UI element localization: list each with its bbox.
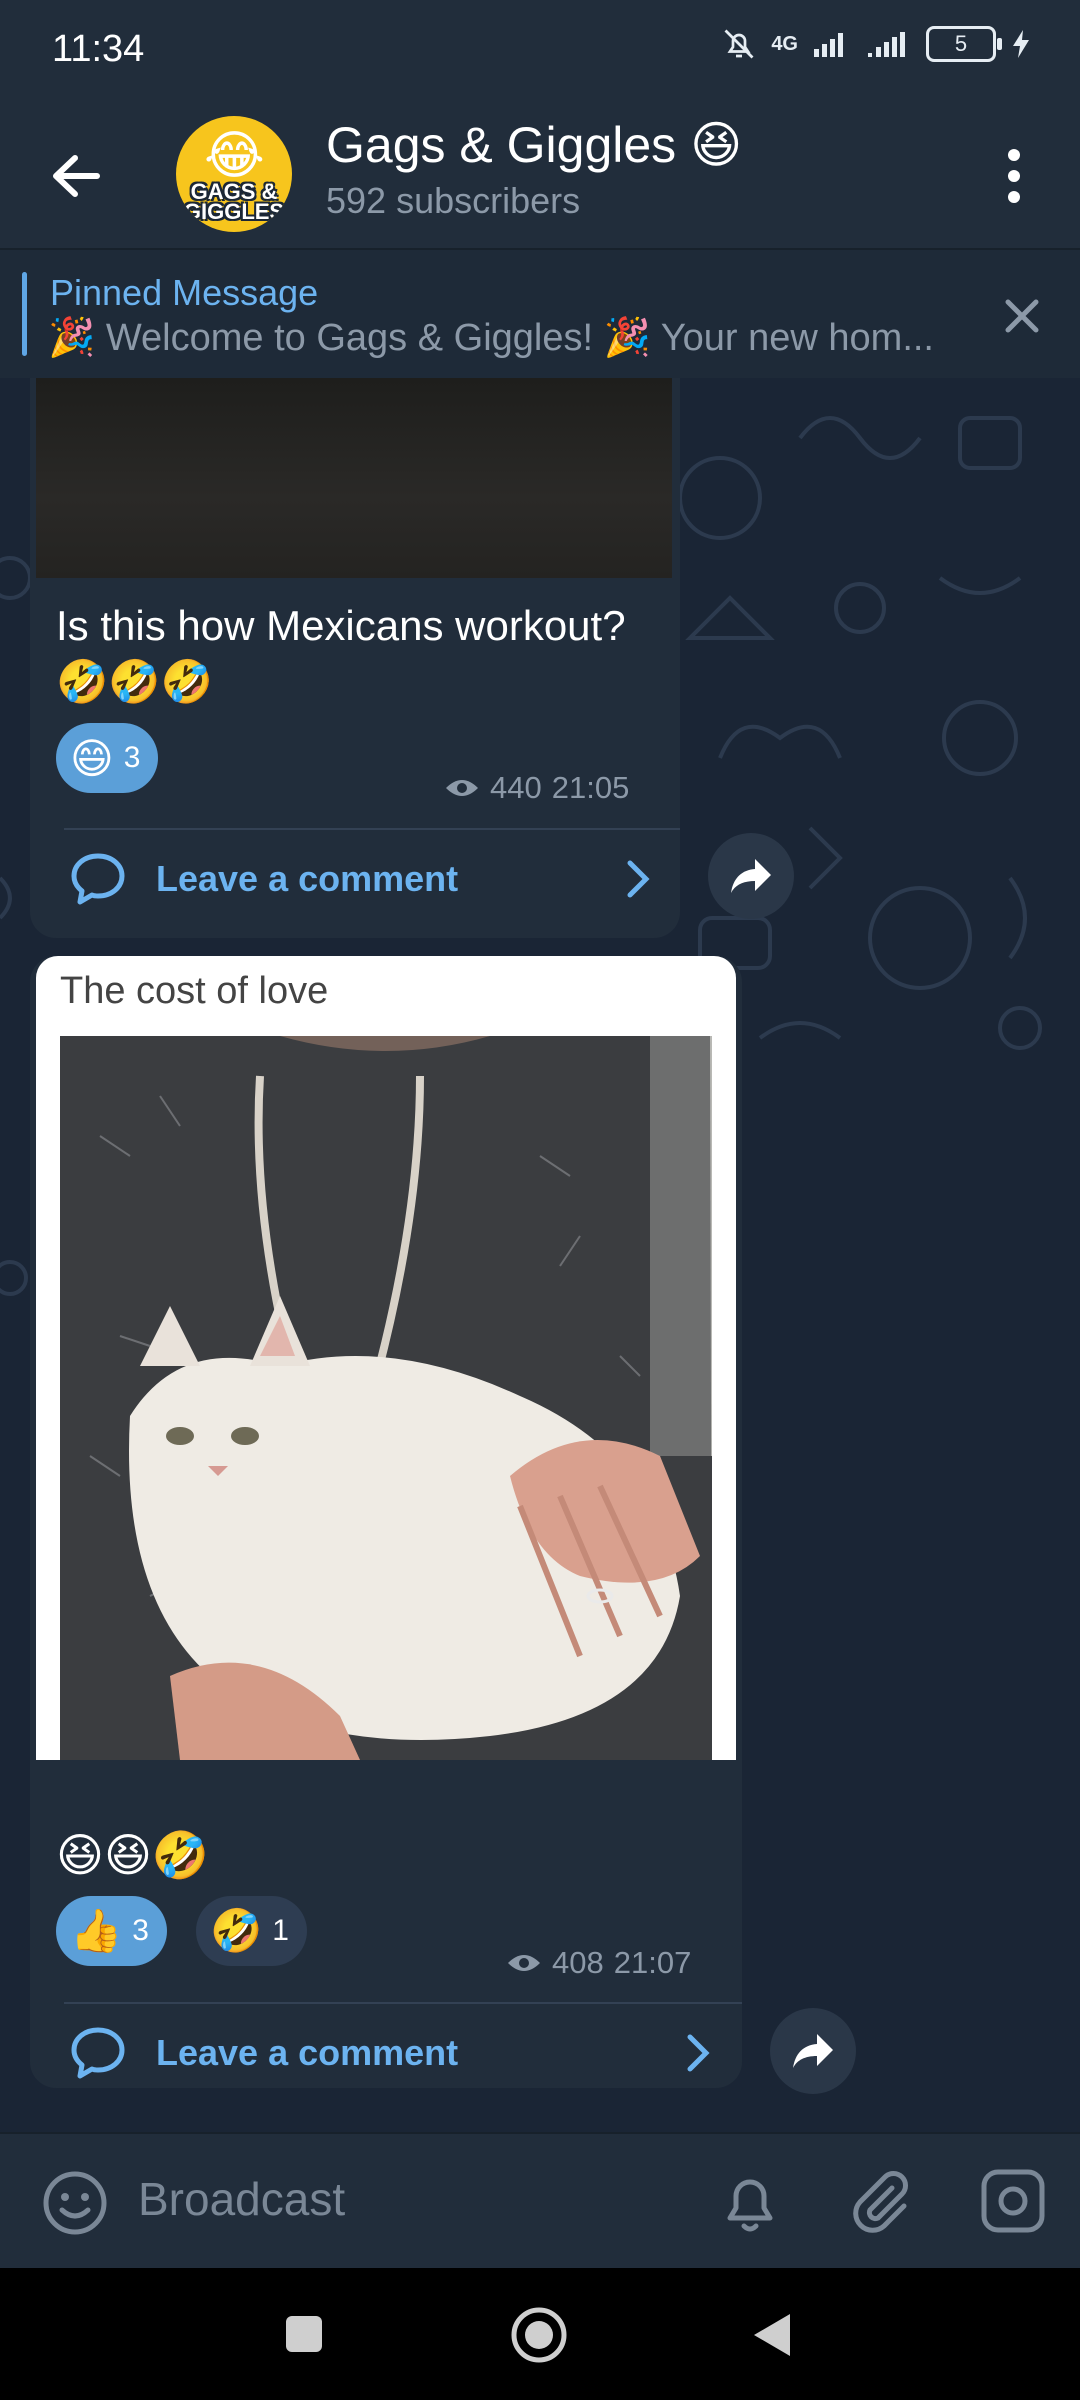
signal-icon-2 (868, 32, 905, 57)
reaction-count: 3 (132, 1914, 149, 1947)
chat-header: 😂 GAGS & GIGGLES Gags & Giggles 😆 592 su… (0, 100, 1080, 248)
comment-icon (71, 2027, 125, 2079)
eye-icon (446, 780, 478, 796)
message-time: 21:05 (551, 770, 630, 805)
composer-bar: Broadcast (0, 2132, 1080, 2270)
battery-icon: 5 (926, 26, 1002, 62)
subscriber-count: 592 subscribers (326, 180, 581, 221)
chevron-right-icon (627, 860, 650, 898)
comment-label: Leave a comment (156, 2032, 459, 2073)
reaction-chip[interactable]: 😄 3 (56, 723, 159, 793)
square-icon (286, 2316, 322, 2352)
message-text: 😆😆🤣 (56, 1829, 210, 1881)
network-label: 4G (771, 32, 798, 55)
share-button[interactable] (770, 2008, 856, 2094)
chat-area[interactable]: Is this how Mexicans workout? 🤣🤣🤣 😄 3 44… (0, 378, 1080, 2132)
reaction-emoji: 👍 (70, 1906, 123, 1954)
reaction-chip[interactable]: 👍 3 (56, 1896, 167, 1966)
instagram-camera-icon (981, 2169, 1045, 2233)
notification-toggle-button[interactable] (720, 2170, 780, 2241)
divider (64, 2002, 742, 2004)
message-meta: 440 21:05 (444, 770, 629, 806)
system-back-button[interactable] (752, 2312, 792, 2363)
divider (64, 828, 680, 830)
share-button[interactable] (708, 833, 794, 919)
charging-icon (1013, 30, 1029, 58)
eye-icon (508, 1955, 540, 1971)
pinned-message-bar[interactable]: Pinned Message 🎉 Welcome to Gags & Giggl… (0, 248, 1080, 380)
reaction-chip[interactable]: 🤣 1 (196, 1896, 307, 1966)
view-count: 440 (490, 770, 542, 805)
system-navigation-bar (0, 2268, 1080, 2400)
channel-title[interactable]: Gags & Giggles 😆 (326, 116, 742, 174)
comment-icon (71, 853, 125, 905)
attach-button[interactable] (848, 2168, 914, 2239)
share-arrow-icon (793, 2034, 833, 2068)
share-arrow-icon (731, 859, 771, 893)
home-circle-icon (511, 2307, 567, 2363)
paperclip-icon (853, 2171, 908, 2233)
laughing-face-icon: 😂 (204, 127, 265, 185)
bell-icon (727, 2179, 773, 2232)
home-button[interactable] (510, 2306, 568, 2369)
message-time: 21:07 (613, 1945, 692, 1980)
comment-label: Leave a comment (156, 858, 459, 899)
bell-muted-icon (724, 29, 754, 59)
message-text: Is this how Mexicans workout? 🤣🤣🤣 (56, 602, 626, 705)
leave-comment-button[interactable]: Leave a comment (70, 852, 650, 906)
broadcast-input[interactable]: Broadcast (138, 2172, 345, 2226)
post-photo[interactable] (60, 1036, 712, 1760)
more-vertical-icon (1008, 149, 1020, 203)
pinned-close-button[interactable] (1004, 298, 1040, 339)
arrow-left-icon (53, 155, 100, 197)
back-button[interactable] (44, 144, 108, 208)
camera-button[interactable] (980, 2168, 1046, 2239)
emoji-button[interactable] (42, 2170, 108, 2241)
reaction-count: 3 (123, 741, 141, 774)
post-image[interactable] (36, 378, 672, 578)
recents-button[interactable] (284, 2314, 324, 2359)
reaction-count: 1 (272, 1914, 289, 1947)
leave-comment-button[interactable]: Leave a comment (70, 2026, 710, 2080)
pinned-text: 🎉 Welcome to Gags & Giggles! 🎉 Your new … (48, 317, 934, 359)
status-bar: 11:34 4G 5 (0, 0, 1080, 100)
status-time: 11:34 (52, 28, 145, 70)
pinned-title: Pinned Message (50, 272, 319, 313)
triangle-back-icon (754, 2314, 790, 2356)
reaction-emoji: 🤣 (210, 1906, 263, 1954)
chevron-right-icon (687, 2034, 710, 2072)
view-count: 408 (552, 1945, 604, 1980)
smiley-icon (43, 2171, 107, 2235)
message-meta: 408 21:07 (506, 1945, 691, 1981)
image-caption: The cost of love (60, 970, 329, 1012)
avatar-text: GAGS & GIGGLES (183, 179, 285, 224)
status-icons: 4G 5 (721, 26, 1032, 62)
cat-photo-illustration (60, 1036, 712, 1760)
more-options-button[interactable] (990, 144, 1038, 208)
signal-icon (814, 33, 843, 57)
channel-avatar[interactable]: 😂 GAGS & GIGGLES (176, 116, 292, 232)
close-icon (1005, 299, 1039, 333)
reaction-emoji: 😄 (70, 734, 114, 782)
pinned-indicator (22, 272, 27, 356)
